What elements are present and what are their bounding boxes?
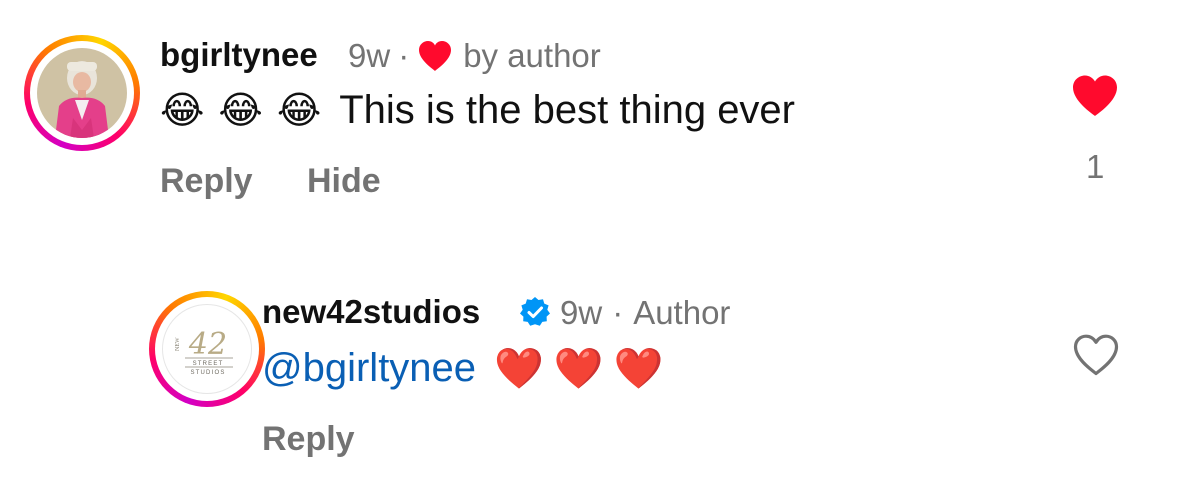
red-heart-emoji-icon: ❤️ — [553, 347, 604, 391]
studio-logo: NEW 42 STREET STUDIOS — [175, 327, 233, 376]
comment-time: 9w — [348, 37, 391, 74]
logo-line2: STUDIOS — [190, 370, 225, 376]
reply-button[interactable]: Reply — [262, 420, 355, 459]
logo-number: 42 — [188, 327, 227, 362]
mention-link[interactable]: @bgirltynee — [262, 346, 476, 391]
logo-side-text: NEW — [175, 337, 181, 351]
comment-text: This is the best thing ever — [339, 88, 795, 132]
comment-body: @bgirltynee ❤️ ❤️ ❤️ — [262, 345, 663, 392]
profile-photo — [37, 48, 127, 138]
like-button[interactable] — [1071, 74, 1119, 123]
comment-username[interactable]: new42studios — [262, 293, 480, 331]
meta-separator: · — [398, 37, 410, 74]
comment-meta: 9w · Author — [560, 294, 730, 332]
hide-button[interactable]: Hide — [307, 162, 381, 201]
comment-body: 😂 😂 😂 This is the best thing ever — [160, 88, 795, 133]
comment-time: 9w — [560, 294, 603, 331]
red-heart-emoji-icon: ❤️ — [494, 347, 544, 391]
comment-username[interactable]: bgirltynee — [160, 36, 318, 74]
laughing-emoji-icon: 😂 — [160, 90, 205, 132]
reply-button[interactable]: Reply — [160, 162, 253, 201]
heart-icon — [419, 41, 452, 71]
comment-meta: 9w · by author — [348, 37, 601, 75]
logo-line1: STREET — [193, 361, 224, 367]
laughing-emoji-icon: 😂 — [276, 90, 322, 132]
author-label: Author — [633, 294, 731, 331]
avatar[interactable]: NEW 42 STREET STUDIOS — [149, 291, 265, 407]
like-count: 1 — [1086, 148, 1105, 185]
meta-separator: · — [612, 294, 624, 331]
avatar[interactable] — [24, 35, 140, 151]
liked-by-author-label: by author — [463, 37, 601, 74]
heart-filled-icon — [1073, 75, 1117, 116]
red-heart-emoji-icon: ❤️ — [613, 347, 664, 391]
verified-badge-icon — [520, 297, 550, 326]
like-button[interactable] — [1072, 333, 1120, 382]
heart-outline-icon — [1073, 334, 1119, 376]
laughing-emoji-icon: 😂 — [218, 90, 263, 132]
